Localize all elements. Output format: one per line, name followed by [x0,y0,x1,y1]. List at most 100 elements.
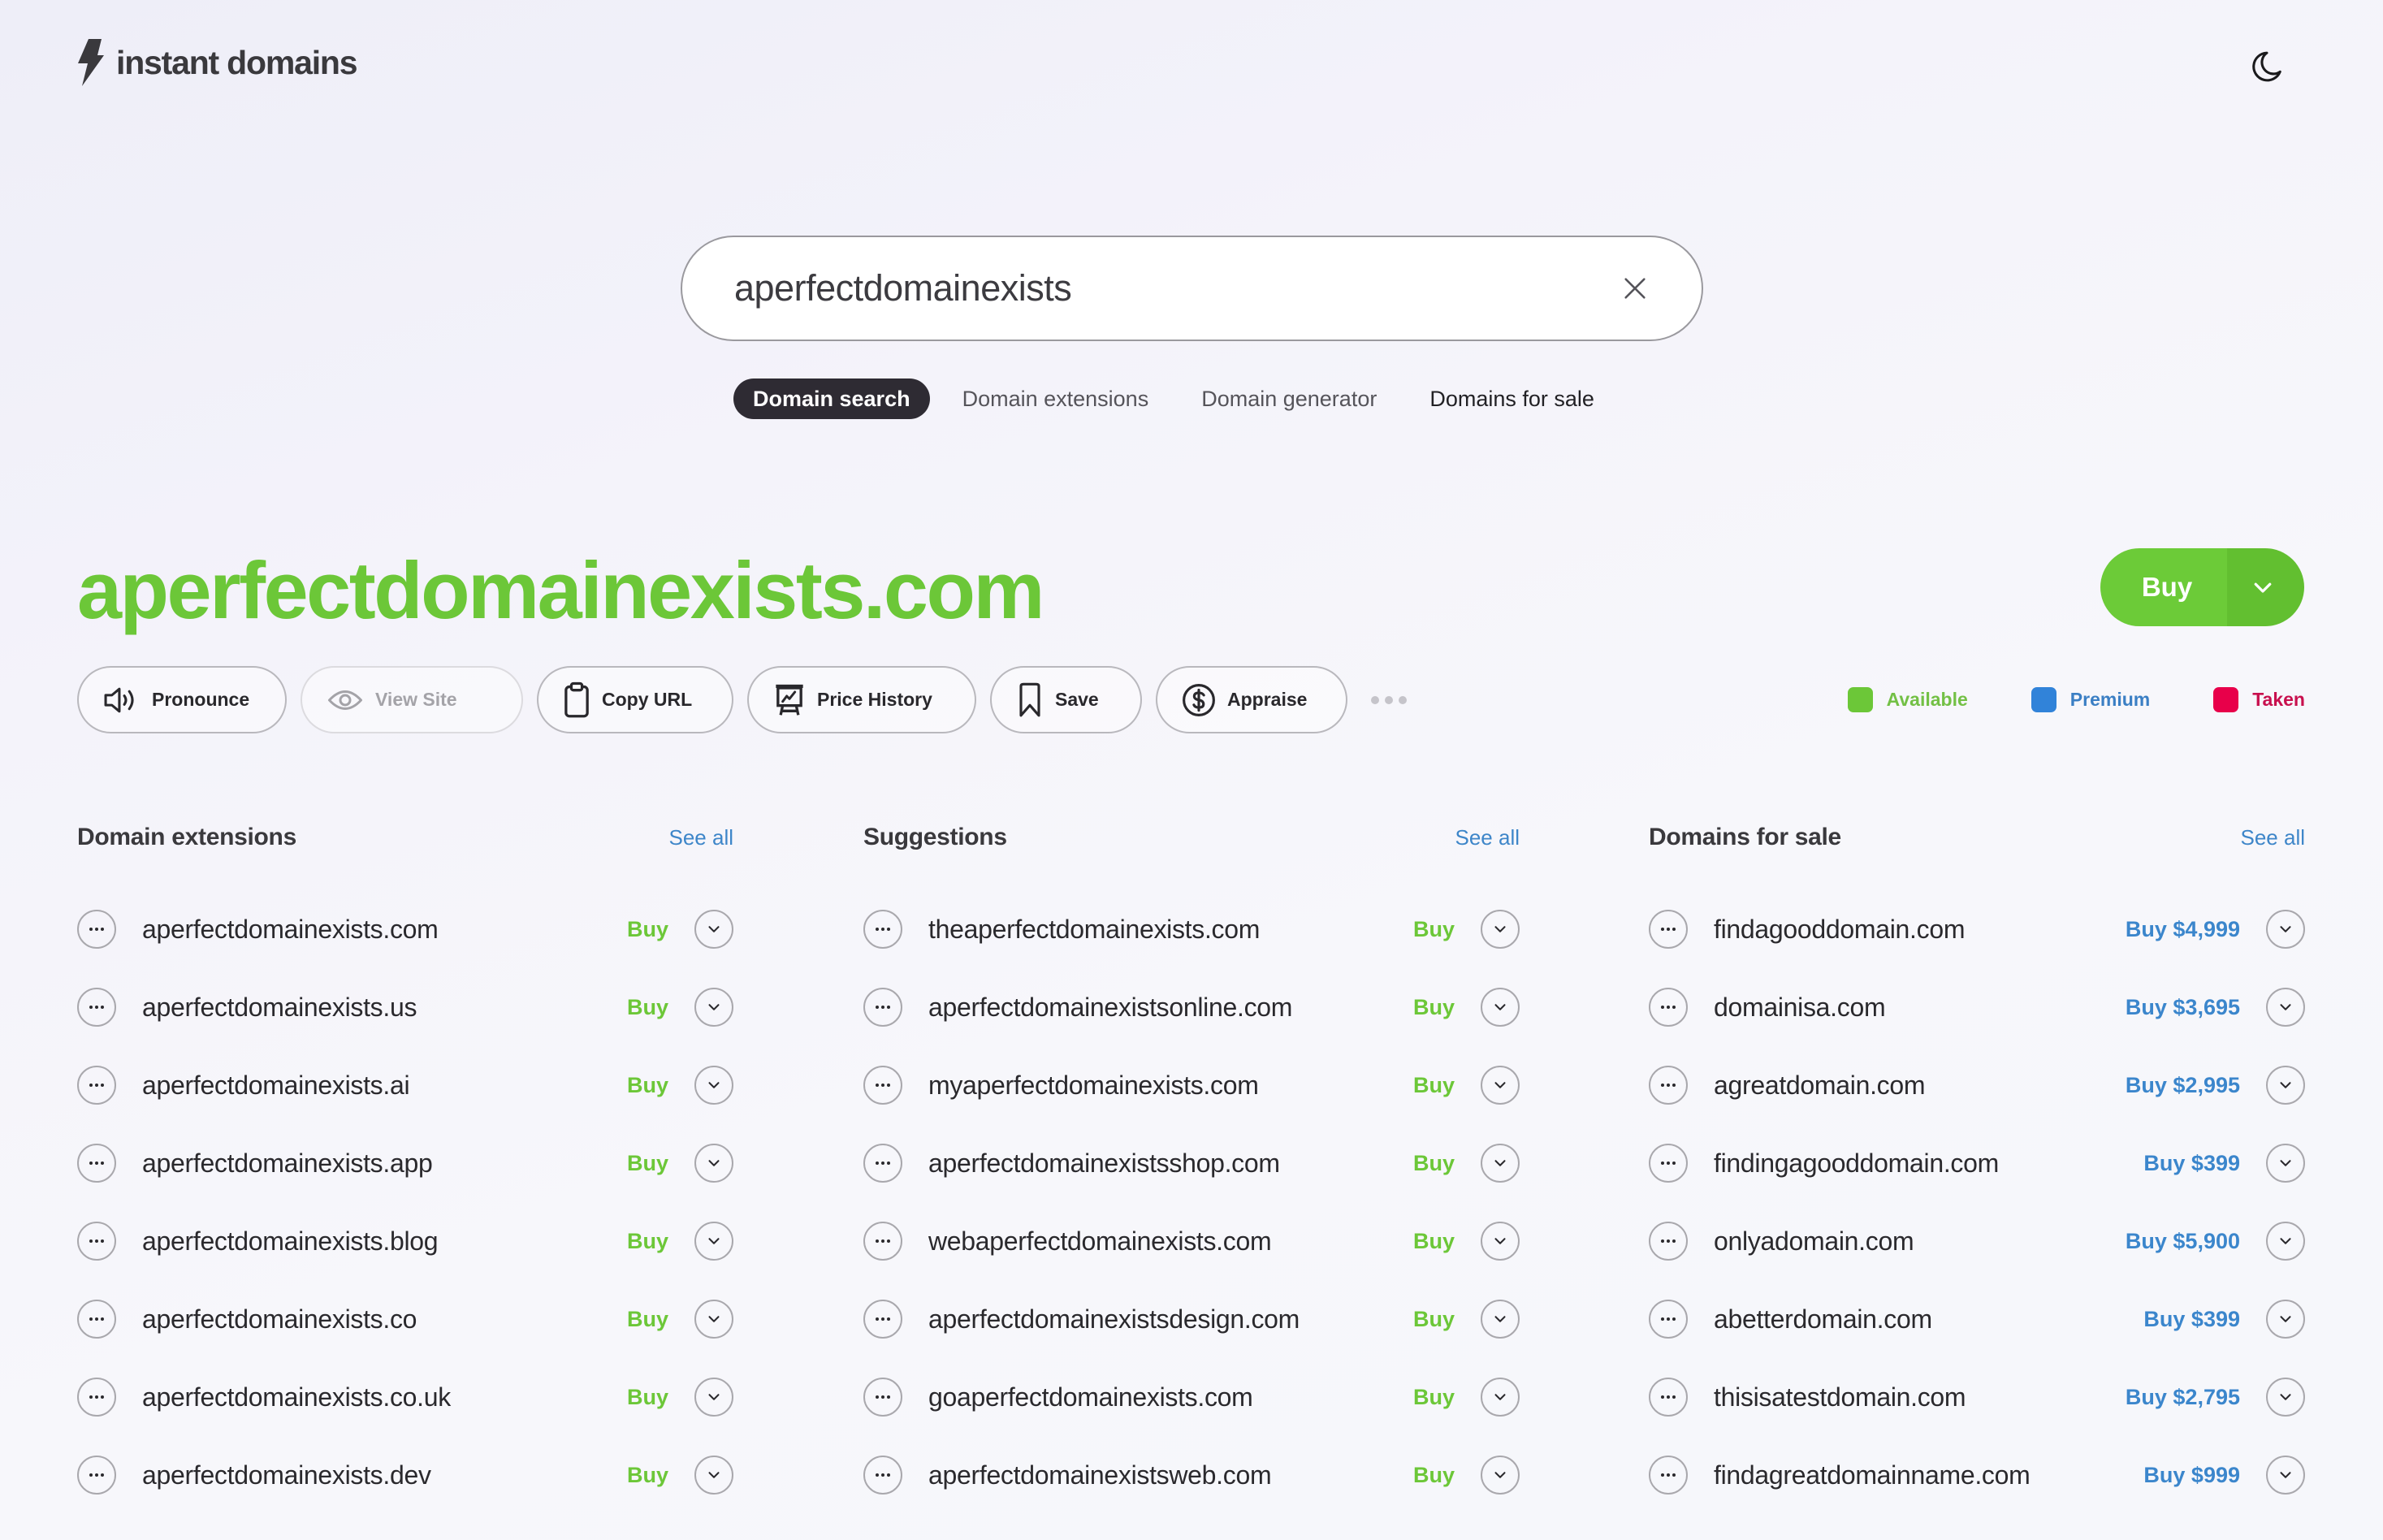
row-options-button[interactable] [77,1144,116,1183]
row-buy-button[interactable]: Buy [1413,1463,1455,1488]
row-options-button[interactable] [863,1222,902,1261]
row-expand-button[interactable] [1481,988,1520,1027]
domain-name[interactable]: aperfectdomainexistsdesign.com [928,1304,1413,1335]
row-expand-button[interactable] [1481,1222,1520,1261]
row-expand-button[interactable] [1481,1378,1520,1417]
domain-name[interactable]: aperfectdomainexistsonline.com [928,993,1413,1023]
row-expand-button[interactable] [694,910,733,949]
row-buy-button[interactable]: Buy [1413,1229,1455,1254]
row-expand-button[interactable] [1481,910,1520,949]
domain-name[interactable]: agreatdomain.com [1714,1071,2126,1101]
appraise-button[interactable]: Appraise [1156,666,1347,733]
row-options-button[interactable] [1649,1222,1688,1261]
price-history-button[interactable]: Price History [747,666,976,733]
row-expand-button[interactable] [1481,1144,1520,1183]
row-expand-button[interactable] [1481,1300,1520,1339]
row-buy-button[interactable]: Buy [627,1307,668,1332]
domain-name[interactable]: thisisatestdomain.com [1714,1382,2126,1412]
row-expand-button[interactable] [2266,1144,2305,1183]
domain-name[interactable]: findingagooddomain.com [1714,1149,2143,1179]
row-expand-button[interactable] [1481,1456,1520,1495]
row-buy-button[interactable]: Buy [627,1463,668,1488]
buy-button[interactable]: Buy [2100,548,2227,626]
row-buy-button[interactable]: Buy [627,917,668,942]
row-options-button[interactable] [1649,1066,1688,1105]
pronounce-button[interactable]: Pronounce [77,666,287,733]
row-buy-button[interactable]: Buy [1413,1151,1455,1176]
row-expand-button[interactable] [2266,1222,2305,1261]
row-options-button[interactable] [1649,988,1688,1027]
domain-name[interactable]: aperfectdomainexists.com [142,915,627,945]
row-expand-button[interactable] [2266,1066,2305,1105]
row-buy-button[interactable]: Buy [1413,917,1455,942]
row-buy-button[interactable]: Buy [1413,1307,1455,1332]
domain-name[interactable]: aperfectdomainexists.ai [142,1071,627,1101]
row-buy-button[interactable]: Buy [627,1229,668,1254]
domain-name[interactable]: abetterdomain.com [1714,1304,2143,1335]
row-expand-button[interactable] [2266,1300,2305,1339]
buy-options-dropdown[interactable] [2227,548,2304,626]
row-buy-button[interactable]: Buy $2,795 [2126,1385,2240,1410]
row-options-button[interactable] [1649,1300,1688,1339]
domain-name[interactable]: webaperfectdomainexists.com [928,1226,1413,1257]
row-options-button[interactable] [1649,1144,1688,1183]
save-button[interactable]: Save [990,666,1142,733]
row-expand-button[interactable] [694,1378,733,1417]
row-options-button[interactable] [1649,910,1688,949]
row-buy-button[interactable]: Buy [1413,995,1455,1020]
row-expand-button[interactable] [694,1144,733,1183]
row-expand-button[interactable] [2266,910,2305,949]
row-options-button[interactable] [1649,1456,1688,1495]
domain-name[interactable]: aperfectdomainexists.co.uk [142,1382,627,1412]
theme-toggle-button[interactable] [2245,45,2287,88]
logo[interactable]: instant domains [77,39,358,86]
row-options-button[interactable] [77,1378,116,1417]
more-actions-button[interactable] [1361,695,1416,704]
tab-domain-search[interactable]: Domain search [733,379,930,419]
row-expand-button[interactable] [2266,1378,2305,1417]
clear-search-button[interactable] [1619,272,1651,305]
row-options-button[interactable] [1649,1378,1688,1417]
domain-name[interactable]: domainisa.com [1714,993,2126,1023]
row-expand-button[interactable] [694,988,733,1027]
row-buy-button[interactable]: Buy $3,695 [2126,995,2240,1020]
tab-domain-generator[interactable]: Domain generator [1182,379,1396,419]
row-buy-button[interactable]: Buy $999 [2143,1463,2240,1488]
see-all-link[interactable]: See all [669,825,734,850]
domain-name[interactable]: aperfectdomainexists.blog [142,1226,627,1257]
row-buy-button[interactable]: Buy [627,1151,668,1176]
domain-name[interactable]: goaperfectdomainexists.com [928,1382,1413,1412]
copy-url-button[interactable]: Copy URL [537,666,733,733]
domain-name[interactable]: aperfectdomainexistsweb.com [928,1460,1413,1490]
row-options-button[interactable] [77,1456,116,1495]
domain-name[interactable]: aperfectdomainexistsshop.com [928,1149,1413,1179]
row-expand-button[interactable] [1481,1066,1520,1105]
row-options-button[interactable] [863,1300,902,1339]
row-buy-button[interactable]: Buy $4,999 [2126,917,2240,942]
row-expand-button[interactable] [2266,1456,2305,1495]
see-all-link[interactable]: See all [1455,825,1520,850]
row-expand-button[interactable] [694,1456,733,1495]
row-options-button[interactable] [77,1300,116,1339]
see-all-link[interactable]: See all [2241,825,2306,850]
domain-name[interactable]: aperfectdomainexists.co [142,1304,627,1335]
row-buy-button[interactable]: Buy $399 [2143,1151,2240,1176]
row-buy-button[interactable]: Buy [1413,1073,1455,1098]
domain-name[interactable]: aperfectdomainexists.app [142,1149,627,1179]
row-buy-button[interactable]: Buy [627,995,668,1020]
row-expand-button[interactable] [694,1300,733,1339]
tab-domains-for-sale[interactable]: Domains for sale [1410,379,1614,419]
domain-name[interactable]: onlyadomain.com [1714,1226,2126,1257]
search-input[interactable] [734,267,1619,309]
domain-name[interactable]: aperfectdomainexists.dev [142,1460,627,1490]
tab-domain-extensions[interactable]: Domain extensions [943,379,1169,419]
row-options-button[interactable] [863,1066,902,1105]
row-expand-button[interactable] [694,1066,733,1105]
row-buy-button[interactable]: Buy $399 [2143,1307,2240,1332]
row-options-button[interactable] [77,1066,116,1105]
row-buy-button[interactable]: Buy [627,1385,668,1410]
domain-name[interactable]: myaperfectdomainexists.com [928,1071,1413,1101]
row-options-button[interactable] [863,910,902,949]
domain-name[interactable]: findagreatdomainname.com [1714,1460,2143,1490]
row-expand-button[interactable] [694,1222,733,1261]
